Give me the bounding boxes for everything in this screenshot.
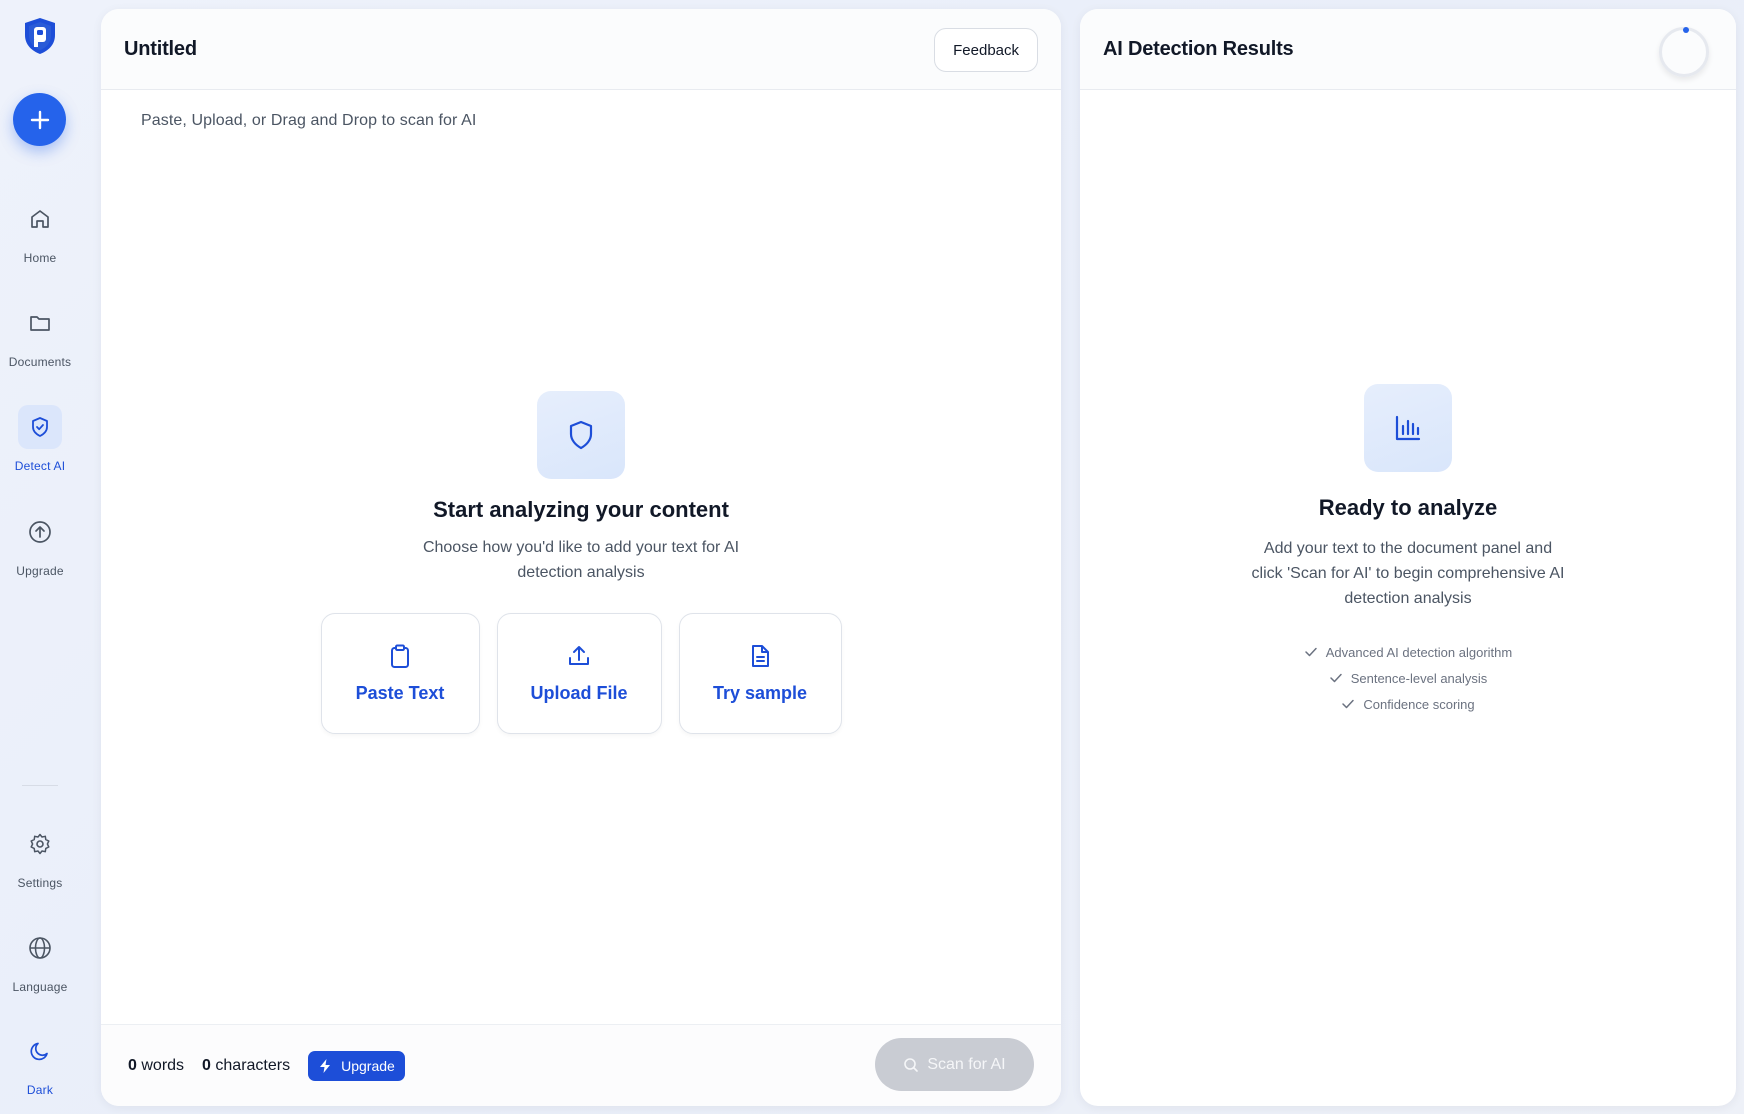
sidebar-item-settings[interactable]: Settings	[0, 822, 80, 902]
character-count: 0 characters	[202, 1057, 290, 1075]
word-count-label: words	[141, 1056, 185, 1074]
gear-icon	[30, 833, 50, 855]
sidebar-item-upgrade[interactable]: Upgrade	[0, 510, 80, 590]
results-empty-state: Ready to analyze Add your text to the do…	[1080, 384, 1736, 717]
search-icon	[904, 1057, 919, 1072]
upload-file-label: Upload File	[530, 683, 628, 703]
lightning-icon	[320, 1058, 331, 1073]
document-title[interactable]: Untitled	[124, 38, 197, 61]
results-header: AI Detection Results	[1080, 9, 1736, 90]
sidebar-item-label: Language	[12, 980, 68, 994]
empty-state-description: Choose how you'd like to add your text f…	[422, 539, 740, 581]
paste-text-button[interactable]: Paste Text	[320, 613, 480, 734]
clipboard-icon	[391, 644, 409, 668]
character-count-label: characters	[215, 1056, 291, 1074]
sidebar-divider	[22, 785, 58, 786]
document-header: Untitled Feedback	[101, 9, 1061, 90]
feature-label: Advanced AI detection algorithm	[1325, 644, 1513, 660]
sidebar-item-label: Detect AI	[14, 459, 66, 473]
sidebar-item-label: Dark	[26, 1083, 54, 1097]
sidebar-item-label: Upgrade	[16, 564, 64, 578]
shield-check-icon	[32, 417, 48, 437]
document-panel: Untitled Feedback Paste, Upload, or Drag…	[101, 9, 1061, 1106]
check-icon	[1329, 672, 1343, 684]
feature-label: Confidence scoring	[1363, 696, 1475, 712]
try-sample-label: Try sample	[712, 683, 808, 703]
word-count: 0 words	[128, 1057, 184, 1075]
editor-placeholder[interactable]: Paste, Upload, or Drag and Drop to scan …	[141, 112, 476, 130]
document-icon	[752, 645, 769, 667]
empty-state-badge	[537, 391, 625, 479]
app-logo[interactable]	[22, 16, 58, 56]
home-icon	[31, 210, 49, 228]
feedback-button[interactable]: Feedback	[934, 28, 1038, 72]
folder-icon	[30, 316, 50, 331]
feature-item: Confidence scoring	[1080, 691, 1736, 717]
bar-chart-icon	[1395, 415, 1421, 441]
sidebar-item-label: Home	[23, 251, 57, 265]
shield-logo-icon	[25, 18, 55, 54]
sidebar-item-documents[interactable]: Documents	[0, 301, 80, 381]
document-footer: 0 words 0 characters Upgrade Scan for AI	[101, 1024, 1061, 1106]
results-badge	[1364, 384, 1452, 472]
sidebar-item-label: Settings	[17, 876, 63, 890]
spinner-indicator	[1683, 27, 1689, 33]
feature-item: Advanced AI detection algorithm	[1080, 639, 1736, 665]
plus-icon	[30, 110, 49, 129]
feature-list: Advanced AI detection algorithm Sentence…	[1080, 639, 1736, 717]
sidebar-item-detect-ai[interactable]: Detect AI	[0, 405, 80, 485]
feature-item: Sentence-level analysis	[1080, 665, 1736, 691]
upload-file-button[interactable]: Upload File	[496, 613, 662, 734]
sidebar: Home Documents Detect AI Upgrade Setting…	[0, 0, 80, 1114]
results-empty-description: Add your text to the document panel and …	[1251, 540, 1565, 607]
upgrade-label: Upgrade	[341, 1057, 395, 1074]
document-empty-state: Start analyzing your content Choose how …	[101, 391, 1061, 585]
results-title: AI Detection Results	[1103, 37, 1294, 60]
shield-icon	[569, 420, 593, 450]
scan-for-ai-button[interactable]: Scan for AI	[875, 1038, 1034, 1091]
paste-text-label: Paste Text	[355, 683, 445, 703]
feature-label: Sentence-level analysis	[1350, 670, 1488, 686]
upload-icon	[569, 646, 589, 665]
globe-icon	[29, 937, 51, 959]
sidebar-item-language[interactable]: Language	[0, 926, 80, 1006]
arrow-up-circle-icon	[29, 521, 51, 543]
sidebar-item-label: Documents	[8, 355, 72, 369]
empty-state-title: Start analyzing your content	[433, 497, 729, 522]
input-actions: Paste Text Upload File Try sample	[101, 613, 1061, 734]
check-icon	[1341, 698, 1355, 710]
moon-icon	[30, 1042, 48, 1061]
scan-label: Scan for AI	[927, 1055, 1006, 1073]
sidebar-item-home[interactable]: Home	[0, 197, 80, 277]
results-panel: AI Detection Results Ready to analyze Ad…	[1080, 9, 1736, 1106]
upgrade-button[interactable]: Upgrade	[308, 1050, 405, 1081]
loading-spinner	[1659, 27, 1709, 77]
try-sample-button[interactable]: Try sample	[678, 613, 842, 734]
sidebar-item-dark-mode[interactable]: Dark	[0, 1029, 80, 1109]
check-icon	[1304, 646, 1318, 658]
new-document-button[interactable]	[13, 93, 66, 146]
word-count-value: 0	[128, 1056, 137, 1074]
results-empty-title: Ready to analyze	[1318, 495, 1498, 520]
character-count-value: 0	[202, 1056, 211, 1074]
